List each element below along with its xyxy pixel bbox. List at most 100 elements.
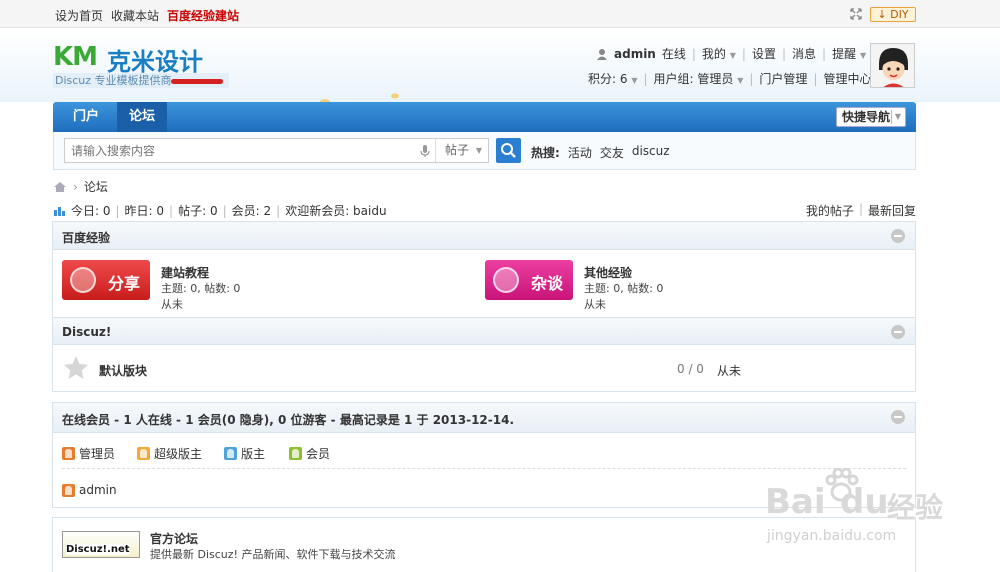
user-bar: admin 在线 | 我的 ▼ | 设置 | 消息 | 提醒 ▼ | 退出 [596,45,906,62]
user-icon [137,447,150,460]
collapse-icon[interactable] [891,325,905,339]
logo-subtitle: Discuz 专业模板提供商 [53,73,229,88]
tab-forum[interactable]: 论坛 [117,102,168,132]
avatar[interactable] [870,43,915,88]
messages-link[interactable]: 消息 [792,45,816,62]
home-icon[interactable] [53,181,67,193]
reminders-menu[interactable]: 提醒 ▼ [832,45,866,62]
category-header: Discuz! [53,317,915,345]
forum-name[interactable]: 其他经验 [584,264,632,281]
caret-down-icon: ▼ [631,76,638,85]
caret-down-icon: ▼ [859,51,867,60]
usergroup-menu[interactable]: 用户组: 管理员 ▼ [654,70,744,87]
separator: | [858,202,863,216]
bookmark-link[interactable]: 收藏本站 [111,7,159,24]
avatar-face-icon [871,44,914,87]
settings-link[interactable]: 设置 [752,45,776,62]
tab-portal[interactable]: 门户 [61,102,111,132]
quick-nav-button[interactable]: 快捷导航 ▼ [836,107,906,127]
separator: | [691,46,696,61]
separator: | [115,203,120,218]
my-menu[interactable]: 我的 ▼ [702,45,736,62]
search-icon [501,143,516,158]
search-type-select[interactable]: 帖子 ▼ [435,139,490,162]
divider [891,110,892,124]
username-link[interactable]: admin [614,47,656,61]
forum-icon-chat[interactable]: 杂谈 [485,260,573,300]
fullscreen-icon[interactable] [850,8,862,20]
link-desc: 提供最新 Discuz! 产品新闻、软件下载与技术交流 [150,548,396,561]
online-status[interactable]: 在线 [662,45,686,62]
set-home-link[interactable]: 设为首页 [55,7,103,24]
category-title[interactable]: 百度经验 [62,229,110,246]
breadcrumb-current[interactable]: 论坛 [84,178,108,195]
people-icon [70,267,96,293]
stat-today: 今日: 0 [71,204,111,218]
separator: | [822,46,827,61]
role-legend: 管理员 超级版主 版主 会员 [62,445,902,461]
star-icon [64,356,88,379]
discuz-logo-link[interactable]: Discuz!.net [62,531,140,558]
forum-last-post: 从未 [161,298,183,311]
search-button[interactable] [496,138,521,163]
forum-meta: 主题: 0, 帖数: 0 [584,282,664,295]
stat-posts: 帖子: 0 [178,204,218,218]
role-mod: 版主 [224,445,265,462]
search-input[interactable] [71,144,411,158]
forum-name[interactable]: 默认版块 [99,362,147,379]
user-icon [289,447,302,460]
role-member: 会员 [289,445,330,462]
forum-icon-share[interactable]: 分享 [62,260,150,300]
diy-button[interactable]: ↓ DIY [870,7,916,22]
separator: | [643,71,648,86]
forum-meta: 主题: 0, 帖数: 0 [161,282,241,295]
main-nav: 门户 论坛 快捷导航 ▼ [53,102,916,132]
separator: | [222,203,227,218]
top-links: 设为首页 收藏本站 百度经验建站 [55,7,239,24]
stat-welcome[interactable]: 欢迎新会员: baidu [285,202,386,219]
online-header: 在线会员 - 1 人在线 - 1 会员(0 隐身), 0 位游客 - 最高记录是… [53,403,915,433]
microphone-icon[interactable] [418,144,432,158]
caret-down-icon: ▼ [894,112,901,121]
separator: | [276,203,281,218]
collapse-icon[interactable] [891,410,905,424]
latest-replies-link[interactable]: 最新回复 [868,202,916,219]
collapse-icon[interactable] [891,229,905,243]
points-menu[interactable]: 积分: 6 ▼ [588,70,637,87]
user-icon [224,447,237,460]
online-member[interactable]: admin [62,483,117,497]
forum-counts: 0 / 0 [677,362,704,376]
online-title[interactable]: 在线会员 - 1 人在线 - 1 会员(0 隐身), 0 位游客 - 最高记录是… [62,411,514,428]
my-posts-link[interactable]: 我的帖子 [806,202,854,219]
hot-term[interactable]: 活动 [568,144,592,161]
top-toolbar: 设为首页 收藏本站 百度经验建站 ↓ DIY [0,0,1000,28]
separator: | [813,71,818,86]
logo-mark: KM [53,42,98,72]
link-name[interactable]: 官方论坛 [150,530,198,547]
build-site-link[interactable]: 百度经验建站 [167,7,239,24]
baidu-jingyan-watermark: Bai du 经验 jingyan.baidu.com [765,468,950,548]
admin-center-link[interactable]: 管理中心 [823,70,871,87]
hot-term[interactable]: discuz [632,144,670,161]
separator: | [169,203,174,218]
category-panel: 百度经验 分享 建站教程 主题: 0, 帖数: 0 从未 杂谈 其他经验 主题:… [52,221,916,392]
user-icon [597,48,607,60]
redaction-scribble [171,79,223,84]
user-bar-secondary: 积分: 6 ▼ | 用户组: 管理员 ▼ | 门户管理 | 管理中心 [588,70,872,87]
stat-members: 会员: 2 [231,204,272,218]
separator: | [781,46,787,61]
breadcrumb: › 论坛 [53,178,108,195]
site-logo[interactable]: KM 克米设计 Discuz 专业模板提供商 [53,42,233,92]
portal-manage-link[interactable]: 门户管理 [759,70,807,87]
forum-last-post: 从未 [584,298,606,311]
hot-searches: 热搜: 活动 交友 discuz [531,144,670,161]
role-super-mod: 超级版主 [137,445,202,462]
chart-icon [54,207,65,216]
people-icon [493,267,519,293]
hot-term[interactable]: 交友 [600,144,624,161]
user-icon [62,447,75,460]
divider [62,468,906,469]
forum-name[interactable]: 建站教程 [161,264,209,281]
chevron-right-icon: › [73,179,78,194]
category-title[interactable]: Discuz! [62,325,111,339]
